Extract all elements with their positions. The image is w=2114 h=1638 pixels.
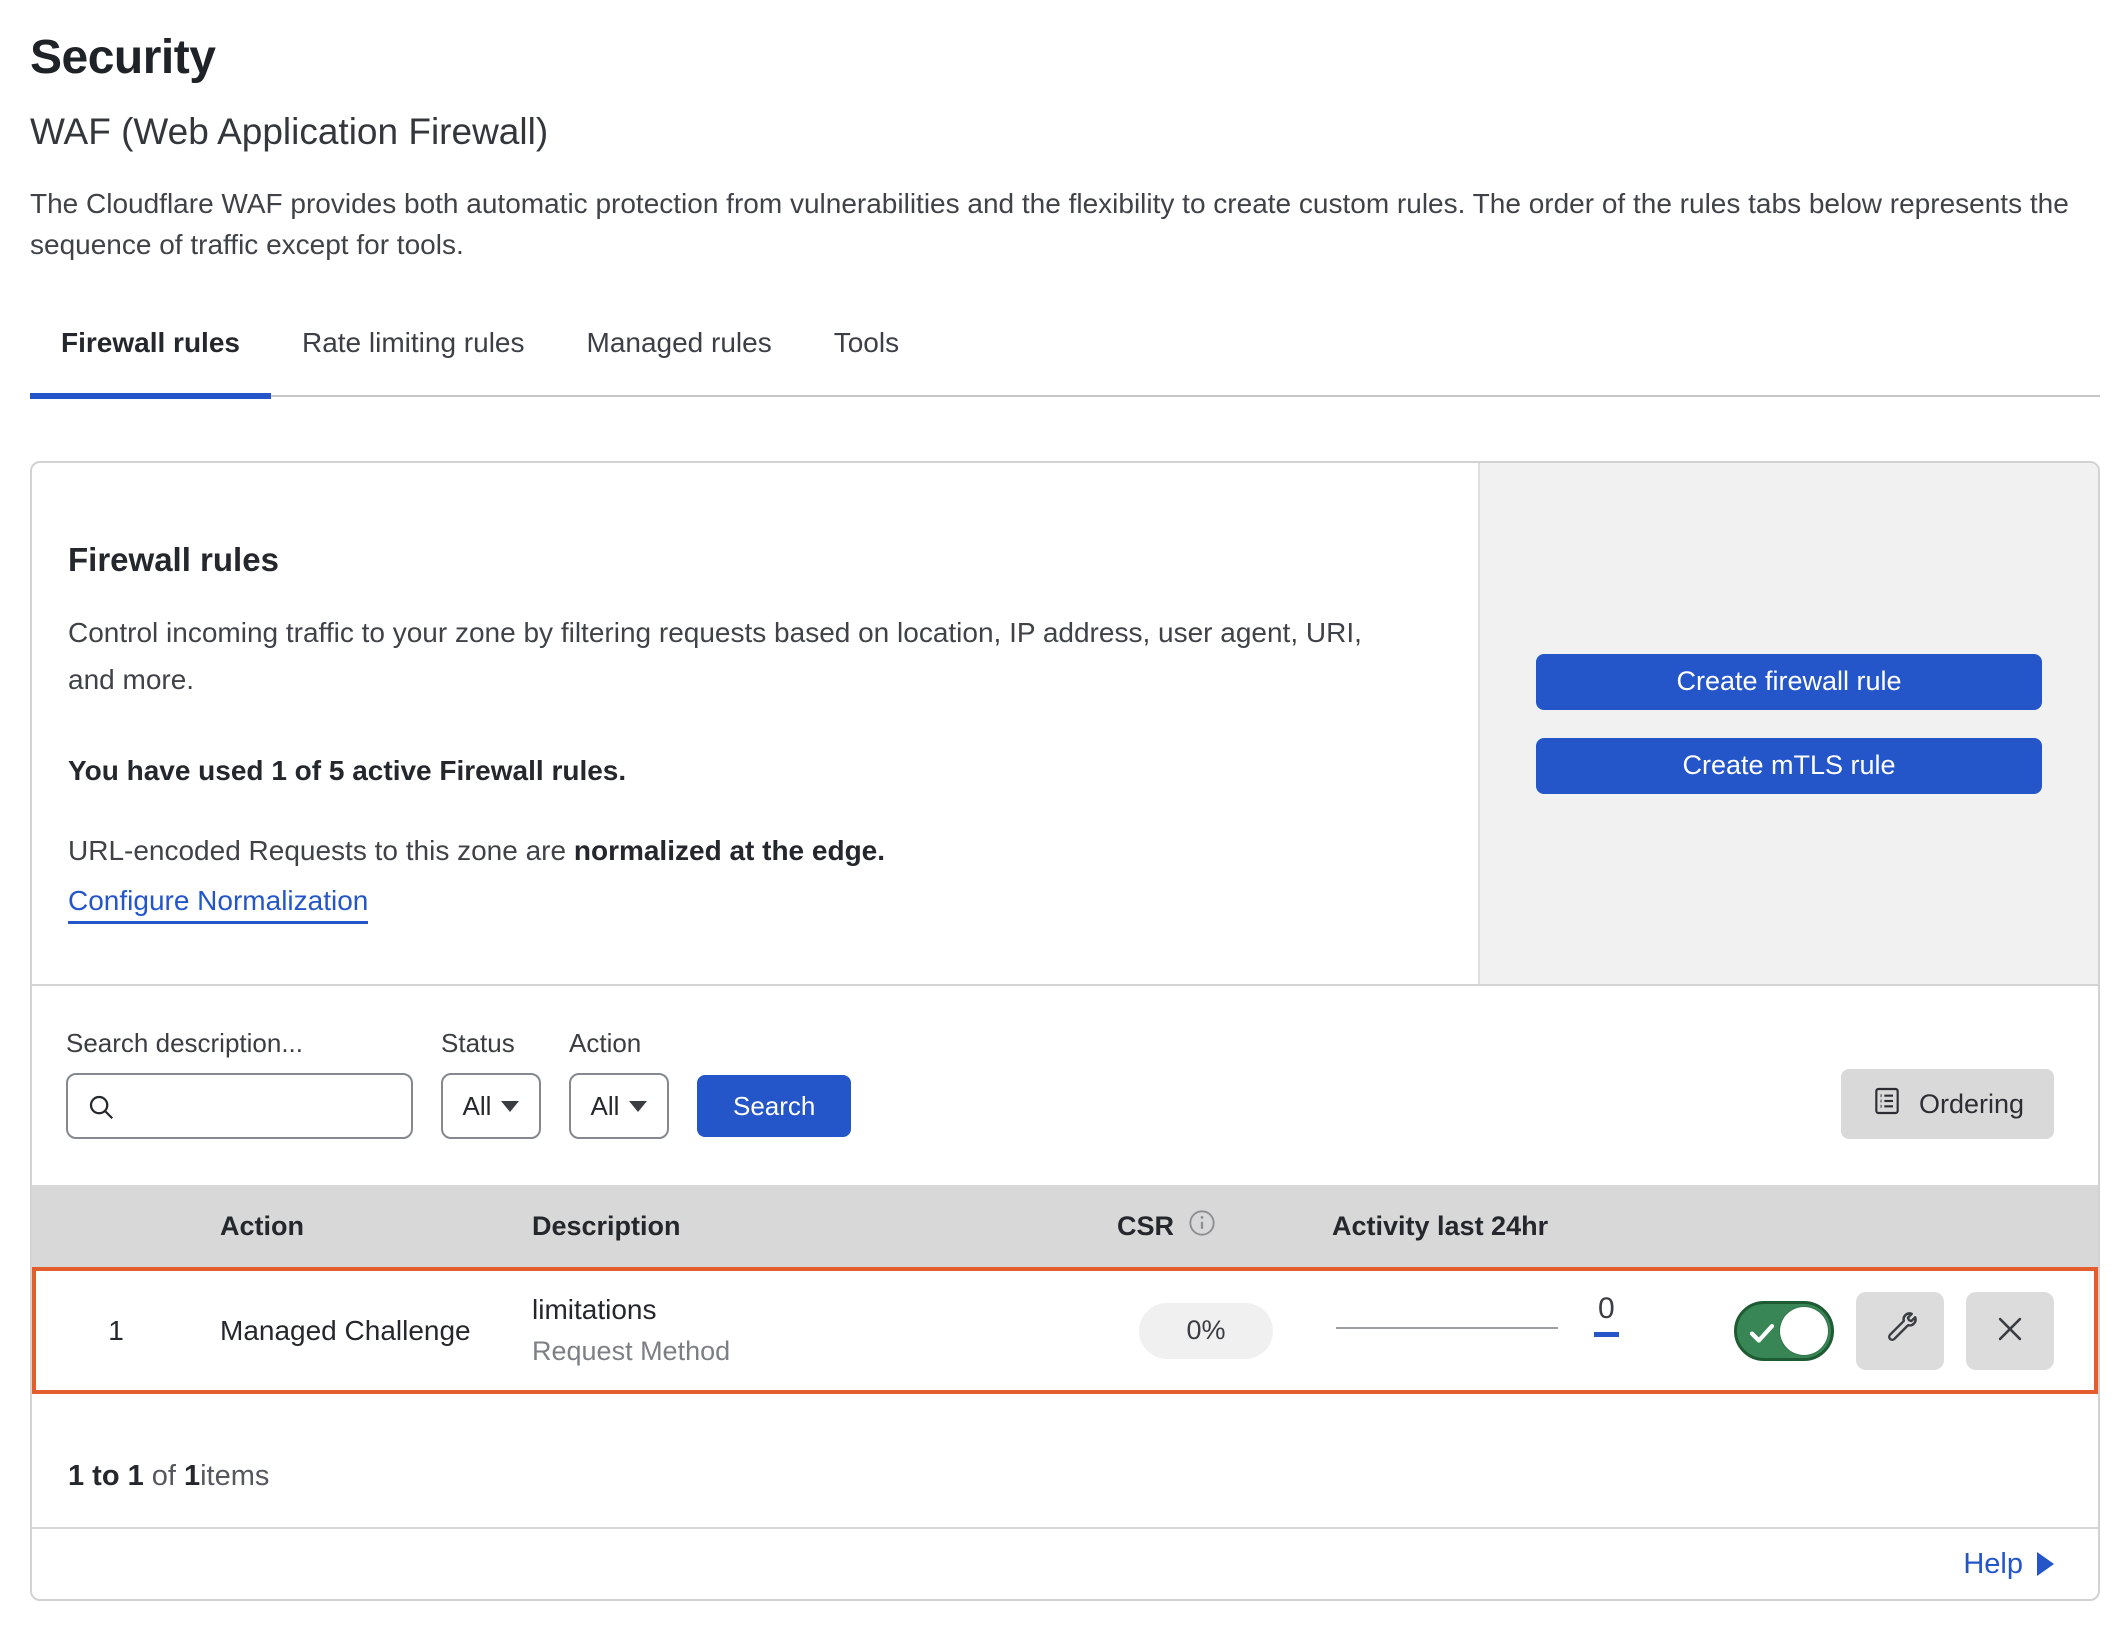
normalization-text: URL-encoded Requests to this zone are [68, 835, 574, 866]
wrench-icon [1883, 1312, 1917, 1349]
chevron-down-icon [629, 1101, 647, 1112]
check-icon [1747, 1318, 1777, 1355]
status-filter-group: Status All [441, 1028, 541, 1139]
search-description-group: Search description... [66, 1028, 413, 1139]
action-value: All [591, 1091, 620, 1122]
csr-column-header: CSR [1072, 1209, 1332, 1244]
action-label: Action [569, 1028, 669, 1059]
row-controls [1686, 1292, 2094, 1370]
page-description: The Cloudflare WAF provides both automat… [30, 183, 2088, 265]
activity-count-link[interactable]: 0 [1594, 1294, 1619, 1337]
tab-label: Firewall rules [61, 327, 240, 358]
row-action: Managed Challenge [196, 1315, 506, 1347]
close-icon [1993, 1312, 2027, 1349]
action-filter-group: Action All [569, 1028, 669, 1139]
activity-column-header: Activity last 24hr [1332, 1211, 1682, 1242]
action-select[interactable]: All [569, 1073, 669, 1139]
page-title: Security [30, 30, 2114, 85]
activity-sparkline [1336, 1327, 1558, 1329]
firewall-rules-info-section: Firewall rules Control incoming traffic … [32, 463, 2098, 986]
normalization-bold-text: normalized at the edge. [574, 835, 885, 866]
edit-rule-button[interactable] [1856, 1292, 1944, 1370]
table-header: Action Description CSR Activity last 24h… [32, 1185, 2098, 1267]
create-mtls-rule-button[interactable]: Create mTLS rule [1536, 738, 2042, 794]
search-input[interactable] [68, 1075, 411, 1137]
card-description: Control incoming traffic to your zone by… [68, 609, 1368, 703]
rule-enabled-toggle[interactable] [1734, 1301, 1834, 1361]
search-description-label: Search description... [66, 1028, 413, 1059]
chevron-down-icon [501, 1101, 519, 1112]
tab-bar: Firewall rules Rate limiting rules Manag… [30, 327, 2100, 397]
tab-managed-rules[interactable]: Managed rules [556, 327, 803, 399]
filter-groups: Search description... Status All [66, 1028, 851, 1139]
filter-bar: Search description... Status All [32, 986, 2098, 1185]
status-select[interactable]: All [441, 1073, 541, 1139]
row-description-cell: limitations Request Method [506, 1294, 1076, 1367]
help-label: Help [1963, 1548, 2023, 1581]
pagination-of: of [152, 1460, 176, 1493]
toggle-knob [1780, 1307, 1828, 1355]
row-csr-cell: 0% [1076, 1303, 1336, 1359]
csr-badge: 0% [1139, 1303, 1273, 1359]
firewall-rules-info: Firewall rules Control incoming traffic … [32, 463, 1478, 984]
tab-firewall-rules[interactable]: Firewall rules [30, 327, 271, 399]
security-waf-page: Security WAF (Web Application Firewall) … [0, 0, 2114, 1638]
configure-normalization-link[interactable]: Configure Normalization [68, 885, 368, 924]
card-heading: Firewall rules [68, 541, 1438, 579]
tab-label: Rate limiting rules [302, 327, 525, 358]
tab-label: Managed rules [587, 327, 772, 358]
tab-tools[interactable]: Tools [803, 327, 930, 399]
row-description-sub: Request Method [532, 1336, 1076, 1367]
pagination-range: 1 to 1 [68, 1460, 144, 1493]
tab-rate-limiting-rules[interactable]: Rate limiting rules [271, 327, 556, 399]
row-activity-cell: 0 [1336, 1294, 1686, 1367]
delete-rule-button[interactable] [1966, 1292, 2054, 1370]
status-value: All [463, 1091, 492, 1122]
create-rule-panel: Create firewall rule Create mTLS rule [1478, 463, 2098, 984]
usage-summary: You have used 1 of 5 active Firewall rul… [68, 755, 1438, 787]
info-icon[interactable] [1188, 1209, 1216, 1244]
pagination-total: 1 [184, 1460, 200, 1493]
help-link[interactable]: Help [1963, 1548, 2054, 1581]
page-subtitle: WAF (Web Application Firewall) [30, 111, 2114, 153]
pagination-summary: 1 to 1 of 1 items [32, 1394, 2098, 1527]
ordering-button[interactable]: Ordering [1841, 1069, 2054, 1139]
ordering-button-label: Ordering [1919, 1089, 2024, 1120]
csr-header-label: CSR [1117, 1211, 1174, 1242]
firewall-rules-card: Firewall rules Control incoming traffic … [30, 461, 2100, 1601]
arrow-right-icon [2037, 1552, 2054, 1576]
table-row: 1 Managed Challenge limitations Request … [32, 1267, 2098, 1394]
row-description: limitations [532, 1294, 1076, 1326]
search-button[interactable]: Search [697, 1075, 851, 1137]
pagination-items: items [200, 1460, 269, 1493]
ordered-list-icon [1871, 1085, 1903, 1124]
row-index: 1 [36, 1315, 196, 1347]
action-column-header: Action [192, 1211, 502, 1242]
search-box [66, 1073, 413, 1139]
tab-label: Tools [834, 327, 899, 358]
help-row: Help [32, 1527, 2098, 1599]
description-column-header: Description [502, 1211, 1072, 1242]
normalization-note: URL-encoded Requests to this zone are no… [68, 835, 1438, 867]
status-label: Status [441, 1028, 541, 1059]
create-firewall-rule-button[interactable]: Create firewall rule [1536, 654, 2042, 710]
